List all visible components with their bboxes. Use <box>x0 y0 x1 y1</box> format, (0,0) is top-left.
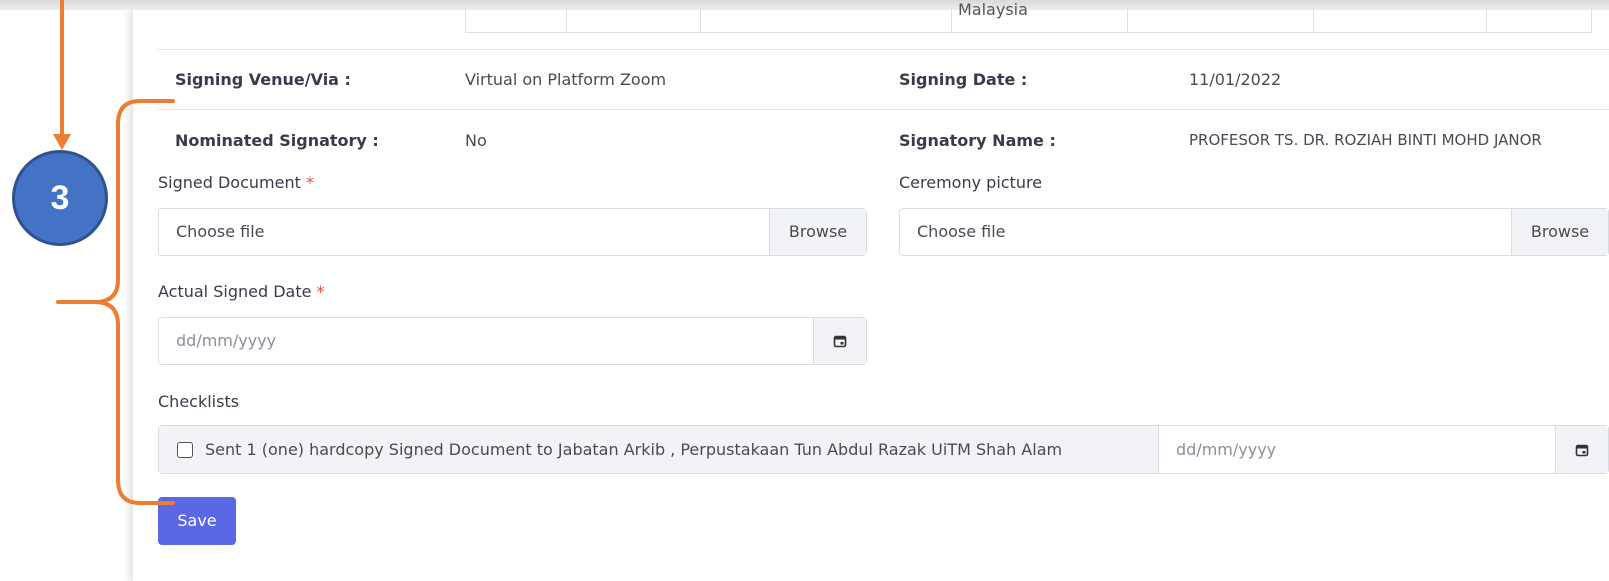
annotation-arrow-head <box>53 134 71 150</box>
annotation-overlay <box>53 0 175 505</box>
step-number-badge: 3 <box>12 150 108 246</box>
